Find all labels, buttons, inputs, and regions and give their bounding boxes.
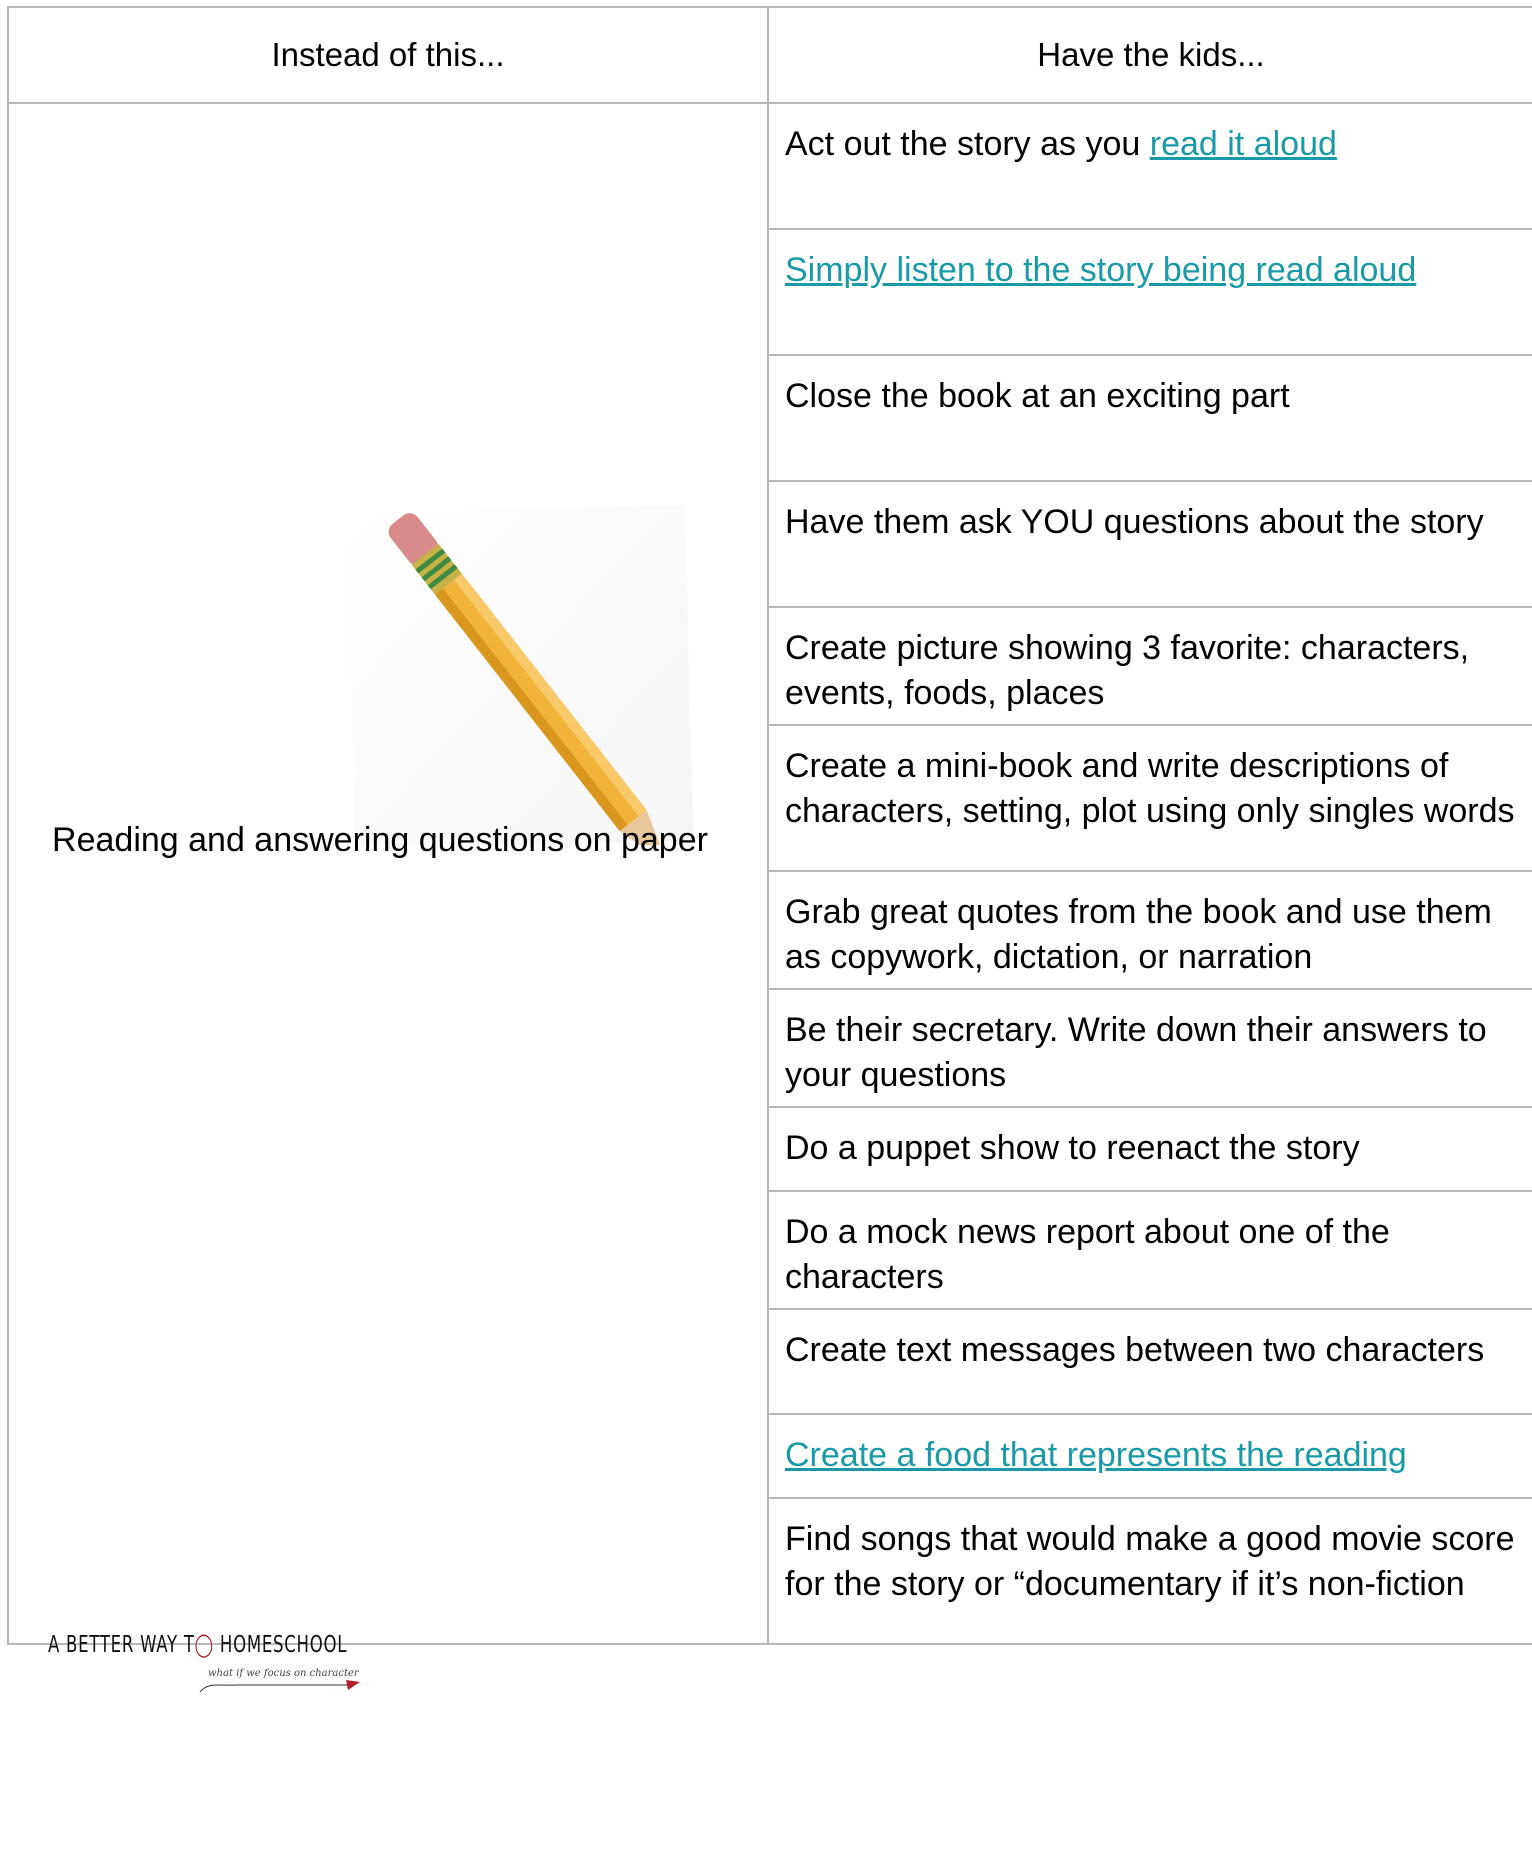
- row-text: Close the book at an exciting part: [785, 377, 1290, 415]
- list-item: Find songs that would make a good movie …: [767, 1497, 1532, 1645]
- pencil-image: [339, 501, 695, 870]
- row-text: Act out the story as you: [785, 125, 1150, 163]
- row-text: Create a mini-book and write description…: [785, 747, 1515, 830]
- list-item: Close the book at an exciting part: [767, 354, 1532, 482]
- table-row: Act out the story as you read it aloud: [7, 102, 1532, 1645]
- list-item: Be their secretary. Write down their ans…: [767, 988, 1532, 1108]
- apple-icon: ◯: [194, 1632, 214, 1658]
- row-text: Create text messages between two charact…: [785, 1331, 1485, 1369]
- left-cell-text: Reading and answering questions on paper: [52, 821, 708, 859]
- list-item: Create text messages between two charact…: [767, 1308, 1532, 1415]
- list-item: Have them ask YOU questions about the st…: [767, 480, 1532, 608]
- row-text: Be their secretary. Write down their ans…: [785, 1011, 1487, 1094]
- row-text: Create picture showing 3 favorite: chara…: [785, 629, 1470, 712]
- listen-read-aloud-link[interactable]: Simply listen to the story being read al…: [785, 251, 1416, 289]
- create-food-link[interactable]: Create a food that represents the readin…: [785, 1436, 1407, 1474]
- row-text: Grab great quotes from the book and use …: [785, 893, 1492, 976]
- list-item: Grab great quotes from the book and use …: [767, 870, 1532, 990]
- logo-title: A BETTER WAY T◯ HOMESCHOOL: [48, 1632, 348, 1658]
- row-text: Have them ask YOU questions about the st…: [785, 503, 1484, 541]
- logo-swoosh-icon: [199, 1680, 360, 1693]
- header-row: Instead of this... Have the kids...: [7, 6, 1532, 104]
- logo: A BETTER WAY T◯ HOMESCHOOL what if we fo…: [48, 1632, 360, 1702]
- list-item: Simply listen to the story being read al…: [767, 228, 1532, 356]
- list-item: Create picture showing 3 favorite: chara…: [767, 606, 1532, 726]
- row-text: Find songs that would make a good movie …: [785, 1520, 1515, 1603]
- list-item: Act out the story as you read it aloud: [767, 102, 1532, 230]
- read-aloud-link[interactable]: read it aloud: [1150, 125, 1337, 163]
- row-text: Do a mock news report about one of the c…: [785, 1213, 1390, 1296]
- list-item: Do a mock news report about one of the c…: [767, 1190, 1532, 1310]
- header-left: Instead of this...: [7, 6, 769, 104]
- list-item: Create a mini-book and write description…: [767, 724, 1532, 872]
- row-text: Do a puppet show to reenact the story: [785, 1129, 1360, 1167]
- list-item: Do a puppet show to reenact the story: [767, 1106, 1532, 1192]
- header-right: Have the kids...: [767, 6, 1532, 104]
- left-cell: [7, 102, 769, 1645]
- list-item: Create a food that represents the readin…: [767, 1413, 1532, 1499]
